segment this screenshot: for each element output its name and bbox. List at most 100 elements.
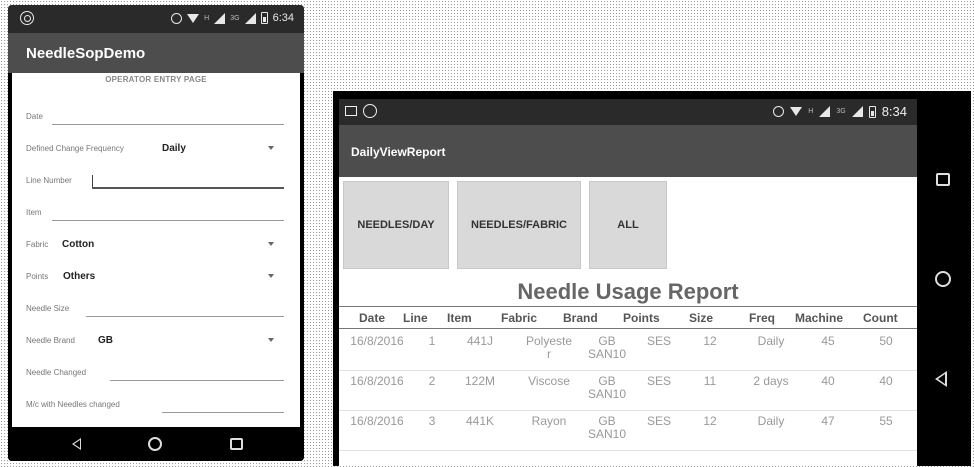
- fabric-value: Cotton: [62, 239, 95, 250]
- cell-freq: Daily: [757, 334, 785, 348]
- cell-machine: 45: [821, 334, 835, 348]
- col-header-points: Points: [623, 311, 660, 325]
- app-title: NeedleSopDemo: [8, 33, 304, 73]
- cell-item: 441J: [466, 334, 494, 348]
- needle-changed-label: Needle Changed: [26, 368, 87, 377]
- cell-freq: Daily: [757, 414, 785, 428]
- cell-line: 1: [428, 334, 436, 348]
- network-h-label: H: [204, 14, 210, 22]
- dropdown-arrow-icon: [268, 146, 274, 150]
- cell-date: 16/8/2016: [350, 334, 404, 348]
- mc-changed-input-underline[interactable]: [162, 412, 284, 413]
- app-title: DailyViewReport: [339, 125, 917, 177]
- col-header-date: Date: [359, 311, 386, 325]
- date-input-underline[interactable]: [52, 124, 284, 125]
- row-divider: [339, 370, 917, 371]
- clock: 8:34: [881, 104, 907, 119]
- fabric-spinner[interactable]: Fabric Cotton: [26, 233, 284, 255]
- needle-changed-field[interactable]: Needle Changed: [26, 361, 284, 383]
- frequency-value: Daily: [162, 143, 186, 154]
- status-bar: H 3G 6:34: [8, 5, 304, 33]
- item-input-underline[interactable]: [52, 220, 284, 221]
- fabric-label: Fabric: [26, 240, 49, 249]
- portrait-phone: H 3G 6:34 NeedleSopDemo OPERATOR ENTRY P…: [8, 5, 304, 461]
- needle-size-input-underline[interactable]: [86, 316, 284, 317]
- wifi-icon: [790, 107, 803, 116]
- frequency-label: Defined Change Frequency: [26, 144, 124, 153]
- cell-freq: 2 days: [753, 374, 789, 388]
- signal-icon: [819, 106, 831, 117]
- daily-view-report-screen: H 3G 8:34 DailyViewReport NEEDLES/DAY NE…: [339, 99, 917, 466]
- home-icon[interactable]: [935, 271, 951, 287]
- col-header-item: Item: [447, 311, 472, 325]
- col-header-freq: Freq: [749, 311, 776, 325]
- mc-changed-label: M/c with Needles changed: [26, 400, 120, 409]
- home-icon[interactable]: [148, 437, 162, 451]
- line-number-field[interactable]: Line Number: [26, 169, 284, 191]
- item-field[interactable]: Item: [26, 201, 284, 223]
- whatsapp-icon: [363, 104, 377, 118]
- date-field[interactable]: Date: [26, 105, 284, 127]
- whatsapp-icon: [20, 11, 34, 25]
- landscape-phone: H 3G 8:34 DailyViewReport NEEDLES/DAY NE…: [333, 91, 971, 466]
- dropdown-arrow-icon: [268, 274, 274, 278]
- needle-brand-value: GB: [98, 335, 113, 346]
- points-spinner[interactable]: Points Others: [26, 265, 284, 287]
- network-h-label: H: [808, 108, 814, 115]
- cell-size: 11: [703, 374, 717, 388]
- network-type-label: 3G: [836, 108, 846, 115]
- needle-brand-label: Needle Brand: [26, 336, 75, 345]
- operator-entry-form: OPERATOR ENTRY PAGE Date Defined Change …: [12, 73, 300, 428]
- dropdown-arrow-icon: [268, 242, 274, 246]
- needles-per-fabric-button[interactable]: NEEDLES/FABRIC: [457, 181, 581, 269]
- date-label: Date: [26, 112, 43, 121]
- cell-count: 50: [879, 334, 893, 348]
- cell-fabric: Polyeste r: [525, 334, 573, 361]
- row-divider: [339, 410, 917, 411]
- signal-icon: [214, 12, 226, 24]
- wifi-icon: [187, 13, 200, 23]
- clock: 6:34: [272, 12, 294, 24]
- line-number-label: Line Number: [26, 176, 72, 185]
- back-icon[interactable]: [72, 438, 81, 450]
- alarm-icon: [171, 12, 183, 24]
- cell-brand: GB SAN10: [587, 334, 627, 361]
- needle-size-label: Needle Size: [26, 304, 70, 313]
- cell-machine: 40: [821, 374, 835, 388]
- needles-per-day-button[interactable]: NEEDLES/DAY: [343, 181, 449, 269]
- cell-date: 16/8/2016: [350, 374, 404, 388]
- recent-apps-icon[interactable]: [230, 438, 243, 450]
- cell-fabric: Rayon: [531, 414, 567, 428]
- line-number-input-underline[interactable]: [92, 187, 284, 189]
- recent-apps-icon[interactable]: [936, 173, 950, 186]
- mc-changed-field[interactable]: M/c with Needles changed: [26, 393, 284, 415]
- image-notification-icon: [345, 106, 357, 116]
- battery-icon: [260, 12, 268, 24]
- signal-icon: [244, 12, 256, 24]
- frequency-spinner[interactable]: Defined Change Frequency Daily: [26, 137, 284, 159]
- points-label: Points: [26, 272, 49, 281]
- cell-points: SES: [646, 414, 671, 428]
- cell-points: SES: [646, 374, 671, 388]
- cell-brand: GB SAN10: [587, 414, 627, 441]
- page-title: OPERATOR ENTRY PAGE: [105, 75, 207, 84]
- col-header-count: Count: [863, 311, 898, 325]
- col-header-line: Line: [403, 311, 428, 325]
- needle-size-field[interactable]: Needle Size: [26, 297, 284, 319]
- cell-item: 441K: [465, 414, 495, 428]
- navigation-bar: [917, 91, 971, 466]
- needle-brand-spinner[interactable]: Needle Brand GB: [26, 329, 284, 351]
- cell-fabric: Viscose: [528, 374, 570, 388]
- back-icon[interactable]: [935, 371, 947, 387]
- cell-size: 12: [703, 414, 717, 428]
- all-button[interactable]: ALL: [589, 181, 667, 269]
- cell-count: 55: [879, 414, 893, 428]
- needle-changed-input-underline[interactable]: [110, 380, 284, 381]
- status-bar: H 3G 8:34: [339, 99, 917, 125]
- network-type-label: 3G: [230, 14, 240, 22]
- col-header-size: Size: [689, 311, 714, 325]
- header-bottom-divider: [339, 328, 917, 329]
- cell-size: 12: [703, 334, 717, 348]
- alarm-icon: [773, 106, 785, 117]
- cell-count: 40: [879, 374, 893, 388]
